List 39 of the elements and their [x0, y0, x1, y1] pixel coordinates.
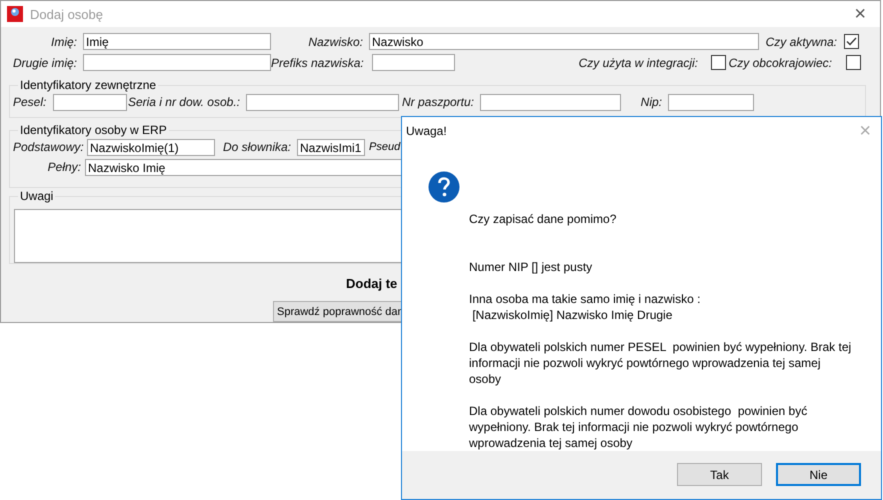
input-field[interactable] — [246, 94, 399, 110]
field-label: Do słownika: — [222, 140, 291, 154]
checkbox[interactable] — [846, 55, 861, 70]
field-label: Nazwisko: — [307, 34, 363, 48]
section-heading: Dodaj te — [346, 276, 398, 291]
input-field[interactable] — [372, 54, 455, 71]
input-field[interactable] — [83, 54, 271, 71]
field-label: Czy obcokrajowiec: — [728, 56, 832, 70]
input-field[interactable] — [480, 94, 621, 110]
close-icon[interactable]: × — [848, 4, 872, 24]
field-label: Prefiks nazwiska: — [271, 56, 363, 70]
checkbox[interactable] — [711, 55, 726, 70]
group-title: Uwagi — [18, 189, 56, 203]
input-field[interactable]: Nazwisko — [369, 33, 759, 50]
field-label: Pełny: — [46, 160, 81, 174]
field-label: Pesel: — [13, 95, 47, 109]
checkbox[interactable] — [844, 34, 859, 49]
question-icon — [428, 170, 460, 203]
dialog-button[interactable]: Nie — [776, 463, 861, 486]
field-label: Nr paszportu: — [400, 95, 474, 109]
field-label: Seria i nr dow. osob.: — [127, 95, 240, 109]
field-label: Czy użyta w integracji: — [578, 56, 698, 70]
field-label: Czy aktywna: — [764, 34, 837, 48]
input-field[interactable] — [668, 94, 754, 110]
input-field[interactable] — [53, 94, 127, 110]
input-field[interactable]: NazwiskoImię(1) — [87, 138, 215, 156]
field-label: Imię: — [50, 34, 77, 48]
field-label: Nip: — [640, 95, 662, 109]
dialog-button[interactable]: Tak — [677, 463, 762, 486]
input-field[interactable]: Imię — [83, 33, 271, 50]
group-title: Identyfikatory osoby w ERP — [18, 123, 169, 137]
field-label: Podstawowy: — [13, 140, 81, 154]
input-field[interactable]: NazwisImi1 — [297, 138, 365, 156]
group-title: Identyfikatory zewnętrzne — [18, 78, 158, 92]
app-icon — [7, 6, 23, 22]
dialog-title: Uwaga! — [406, 124, 447, 138]
field-label: Drugie imię: — [12, 56, 77, 70]
field-label: Pseud — [369, 141, 400, 153]
window-title: Dodaj osobę — [30, 6, 104, 22]
